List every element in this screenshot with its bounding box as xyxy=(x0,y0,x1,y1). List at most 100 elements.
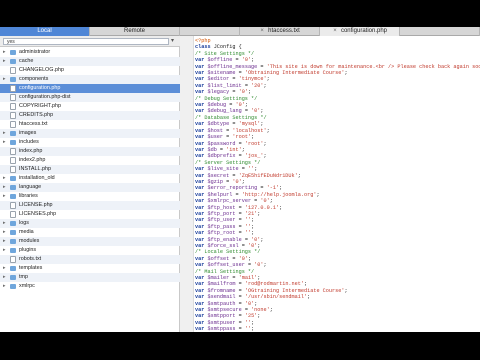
file-name: plugins xyxy=(19,247,37,253)
file-row[interactable]: ▸ components xyxy=(0,75,180,84)
disclosure-triangle-icon[interactable]: ▸ xyxy=(3,75,9,84)
folder-icon xyxy=(10,266,16,271)
file-row[interactable]: ▸ tmp xyxy=(0,273,180,282)
disclosure-triangle-icon[interactable]: ▸ xyxy=(3,228,9,237)
file-row[interactable]: ▸ libraries xyxy=(0,192,180,201)
folder-icon xyxy=(10,248,16,253)
file-icon xyxy=(10,148,16,155)
disclosure-triangle-icon[interactable]: ▸ xyxy=(3,138,9,147)
disclosure-triangle-icon[interactable]: ▸ xyxy=(3,246,9,255)
disclosure-triangle-icon[interactable]: ▸ xyxy=(3,129,9,138)
chevron-down-icon[interactable]: ▾ xyxy=(171,37,174,44)
file-name: cache xyxy=(19,58,34,64)
file-row[interactable]: COPYRIGHT.php xyxy=(0,102,180,111)
tab-empty xyxy=(400,27,480,36)
file-row[interactable]: INSTALL.php xyxy=(0,165,180,174)
disclosure-triangle-icon[interactable]: ▸ xyxy=(3,237,9,246)
file-name: configuration.php-dist xyxy=(19,94,71,100)
file-name: includes xyxy=(19,139,39,145)
file-row[interactable]: ▸ plugins xyxy=(0,246,180,255)
file-row[interactable]: LICENSE.php xyxy=(0,201,180,210)
file-icon xyxy=(10,202,16,209)
file-name: media xyxy=(19,229,34,235)
file-row[interactable]: configuration.php xyxy=(0,84,180,93)
disclosure-triangle-icon[interactable]: ▸ xyxy=(3,219,9,228)
disclosure-triangle-icon[interactable]: ▸ xyxy=(3,273,9,282)
file-name: robots.txt xyxy=(19,256,42,262)
disclosure-triangle-icon[interactable]: ▸ xyxy=(3,282,9,291)
file-name: configuration.php xyxy=(19,85,61,91)
folder-icon xyxy=(10,239,16,244)
file-row[interactable]: configuration.php-dist xyxy=(0,93,180,102)
disclosure-triangle-icon[interactable]: ▸ xyxy=(3,183,9,192)
file-name: INSTALL.php xyxy=(19,166,51,172)
file-name: LICENSES.php xyxy=(19,211,57,217)
file-name: CREDITS.php xyxy=(19,112,54,118)
file-icon xyxy=(10,157,16,164)
folder-icon xyxy=(10,284,16,289)
file-name: administrator xyxy=(19,49,51,55)
file-row[interactable]: robots.txt xyxy=(0,255,180,264)
file-row[interactable]: LICENSES.php xyxy=(0,210,180,219)
file-icon xyxy=(10,94,16,101)
file-row[interactable]: ▸ xmlrpc xyxy=(0,282,180,291)
tab-local[interactable]: Local xyxy=(0,27,90,36)
folder-icon xyxy=(10,230,16,235)
file-name: LICENSE.php xyxy=(19,202,53,208)
code-content[interactable]: <?php class JConfig {/* Site Settings */v… xyxy=(195,38,480,332)
file-row[interactable]: htaccess.txt xyxy=(0,120,180,129)
file-name: xmlrpc xyxy=(19,283,35,289)
file-icon xyxy=(10,85,16,92)
disclosure-triangle-icon[interactable]: ▸ xyxy=(3,174,9,183)
file-row[interactable]: ▸ administrator xyxy=(0,48,180,57)
file-icon xyxy=(10,166,16,173)
file-name: components xyxy=(19,76,49,82)
code-editor[interactable]: <?php class JConfig {/* Site Settings */v… xyxy=(180,36,480,332)
file-name: tmp xyxy=(19,274,28,280)
folder-icon xyxy=(10,131,16,136)
folder-icon xyxy=(10,275,16,280)
file-icon xyxy=(10,211,16,218)
file-row[interactable]: CREDITS.php xyxy=(0,111,180,120)
close-icon[interactable]: × xyxy=(332,27,338,36)
folder-icon xyxy=(10,59,16,64)
tab-configuration[interactable]: × configuration.php xyxy=(320,27,400,36)
tab-htaccess[interactable]: × htaccess.txt xyxy=(240,27,320,36)
folder-icon xyxy=(10,185,16,190)
file-name: libraries xyxy=(19,193,38,199)
file-name: images xyxy=(19,130,37,136)
file-row[interactable]: CHANGELOG.php xyxy=(0,66,180,75)
file-icon xyxy=(10,67,16,74)
tab-remote[interactable]: Remote xyxy=(90,27,180,36)
tab-htaccess-label: htaccess.txt xyxy=(268,28,300,34)
file-row[interactable]: ▸ language xyxy=(0,183,180,192)
editor-window: Local Remote × htaccess.txt × configuratio… xyxy=(0,27,480,332)
disclosure-triangle-icon[interactable]: ▸ xyxy=(3,264,9,273)
folder-icon xyxy=(10,50,16,55)
file-list: ▸ administrator ▸ cache CHANGELOG.php ▸ compon… xyxy=(0,48,180,291)
disclosure-triangle-icon[interactable]: ▸ xyxy=(3,48,9,57)
close-icon[interactable]: × xyxy=(259,27,265,36)
disclosure-triangle-icon[interactable]: ▸ xyxy=(3,192,9,201)
disclosure-triangle-icon[interactable]: ▸ xyxy=(3,57,9,66)
file-icon xyxy=(10,112,16,119)
file-row[interactable]: ▸ images xyxy=(0,129,180,138)
folder-icon xyxy=(10,221,16,226)
file-row[interactable]: index2.php xyxy=(0,156,180,165)
file-row[interactable]: ▸ templates xyxy=(0,264,180,273)
file-row[interactable]: ▸ includes xyxy=(0,138,180,147)
file-row[interactable]: ▸ cache xyxy=(0,57,180,66)
file-name: COPYRIGHT.php xyxy=(19,103,61,109)
file-name: language xyxy=(19,184,42,190)
tab-configuration-label: configuration.php xyxy=(340,28,388,34)
path-select[interactable]: yes xyxy=(3,38,169,45)
file-row[interactable]: ▸ logs xyxy=(0,219,180,228)
file-icon xyxy=(10,121,16,128)
file-row[interactable]: ▸ modules xyxy=(0,237,180,246)
file-row[interactable]: index.php xyxy=(0,147,180,156)
file-icon xyxy=(10,256,16,263)
file-row[interactable]: ▸ media xyxy=(0,228,180,237)
code-line: var $smtppass = ''; xyxy=(195,326,255,332)
tab-spacer xyxy=(180,27,240,36)
file-row[interactable]: ▸ installation_old xyxy=(0,174,180,183)
